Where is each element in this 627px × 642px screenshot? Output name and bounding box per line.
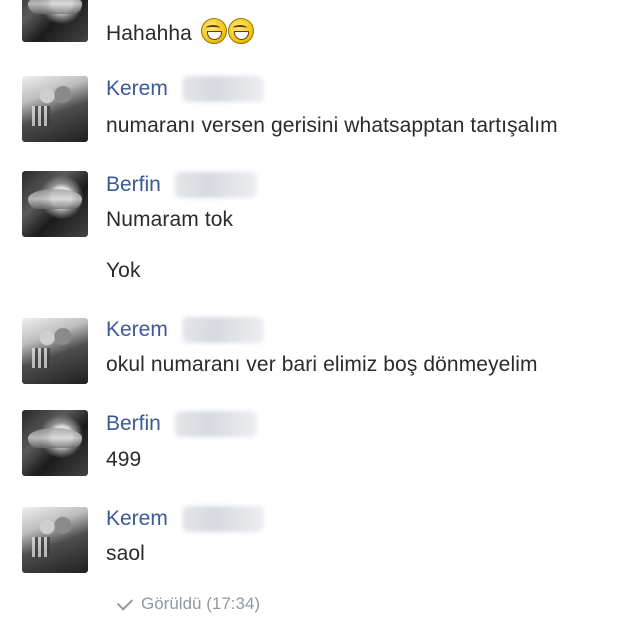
avatar[interactable] (22, 507, 88, 573)
sender-row: Kerem (106, 76, 264, 102)
message-text: Yok (106, 259, 141, 282)
blurred-surname (174, 411, 257, 437)
blurred-surname (181, 76, 264, 102)
avatar[interactable] (22, 171, 88, 237)
avatar[interactable] (22, 410, 88, 476)
blurred-surname (181, 317, 264, 343)
blurred-surname (174, 172, 257, 198)
sender-row: Berfin (106, 411, 257, 437)
chat-thread: Hahahha Kerem numaranı versen gerisini w… (0, 0, 627, 642)
message-text-row: Hahahha (106, 18, 254, 46)
message-text: saol (106, 542, 145, 565)
seen-status-text: Görüldü (17:34) (141, 594, 261, 613)
sender-name[interactable]: Kerem (106, 507, 168, 531)
avatar[interactable] (22, 76, 88, 142)
sender-name[interactable]: Kerem (106, 77, 168, 101)
message-text: Numaram tok (106, 208, 234, 231)
message-text: 499 (106, 448, 142, 471)
avatar[interactable] (22, 318, 88, 384)
sender-row: Berfin (106, 172, 257, 198)
checkmark-icon (116, 593, 134, 611)
message-text: okul numaranı ver bari elimiz boş dönmey… (106, 353, 538, 376)
sender-name[interactable]: Kerem (106, 318, 168, 342)
grinning-sweat-emoji-icon (200, 18, 227, 44)
avatar[interactable] (22, 0, 88, 42)
sender-name[interactable]: Berfin (106, 173, 161, 197)
sender-row: Kerem (106, 506, 264, 532)
sender-row: Kerem (106, 317, 264, 343)
grinning-sweat-emoji-icon (227, 18, 254, 44)
message-text: Hahahha (106, 22, 192, 45)
seen-status: Görüldü (17:34) (116, 593, 261, 614)
sender-name[interactable]: Berfin (106, 412, 161, 436)
blurred-surname (181, 506, 264, 532)
message-text: numaranı versen gerisini whatsapptan tar… (106, 114, 558, 137)
